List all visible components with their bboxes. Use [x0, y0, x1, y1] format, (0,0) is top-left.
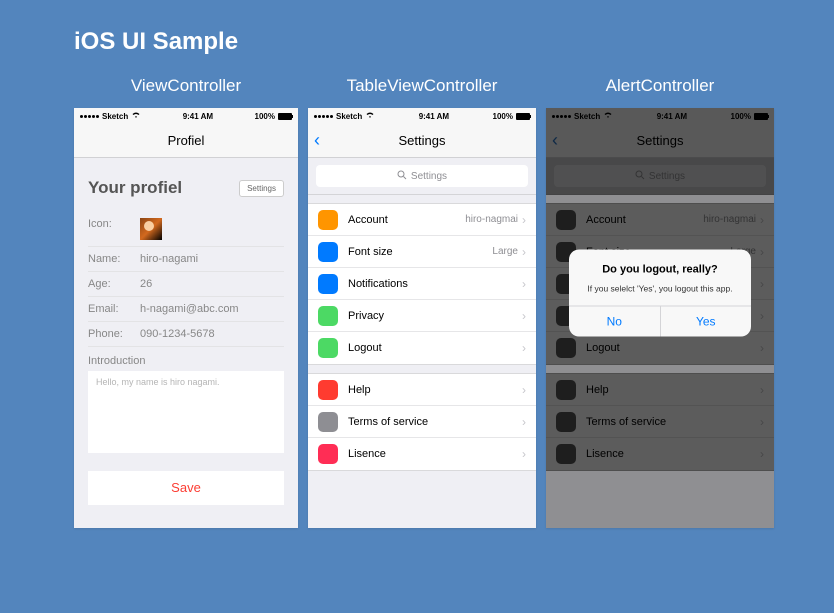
chevron-right-icon: ›	[522, 245, 526, 259]
settings-section-1: Accounthiro-nagmai›Font sizeLarge›Notifi…	[308, 203, 536, 365]
save-row[interactable]: Save	[88, 471, 284, 505]
table-row[interactable]: Logout›	[308, 332, 536, 364]
chevron-right-icon: ›	[522, 341, 526, 355]
nav-title: Settings	[399, 133, 446, 148]
field-icon: Icon:	[88, 212, 284, 247]
row-label: Terms of service	[348, 416, 522, 428]
search-icon	[397, 170, 407, 183]
chevron-right-icon: ›	[522, 447, 526, 461]
col-title-vc: ViewController	[131, 76, 241, 96]
row-icon	[318, 274, 338, 294]
status-bar: Sketch 9:41 AM 100%	[308, 108, 536, 124]
row-label: Notifications	[348, 278, 522, 290]
row-icon	[318, 444, 338, 464]
carrier-label: Sketch	[102, 112, 128, 121]
wifi-icon	[131, 111, 141, 121]
row-label: Lisence	[348, 448, 522, 460]
table-row[interactable]: Lisence›	[308, 438, 536, 470]
signal-dots-icon	[80, 115, 99, 118]
save-button[interactable]: Save	[171, 480, 201, 495]
table-row[interactable]: Help›	[308, 374, 536, 406]
search-input[interactable]: Settings	[316, 165, 528, 187]
field-name: Name: hiro-nagami	[88, 247, 284, 272]
nav-title: Profiel	[168, 133, 205, 148]
signal-dots-icon	[314, 115, 333, 118]
col-title-ac: AlertController	[606, 76, 715, 96]
col-viewcontroller: ViewController Sketch 9:41 AM 100% Profi…	[74, 76, 298, 528]
age-value: 26	[140, 278, 152, 290]
row-icon	[318, 306, 338, 326]
back-button[interactable]: ‹	[314, 130, 320, 151]
row-label: Help	[348, 384, 522, 396]
chevron-right-icon: ›	[522, 309, 526, 323]
age-label: Age:	[88, 278, 132, 290]
nav-bar: Profiel	[74, 124, 298, 158]
phone-tvc: Sketch 9:41 AM 100% ‹ Settings Sett	[308, 108, 536, 528]
icon-label: Icon:	[88, 218, 132, 240]
row-detail: hiro-nagmai	[465, 214, 518, 225]
phone-ac: Sketch 9:41 AM 100% ‹ Settings Settings	[546, 108, 774, 528]
field-phone: Phone: 090-1234-5678	[88, 322, 284, 347]
col-title-tvc: TableViewController	[347, 76, 498, 96]
status-bar: Sketch 9:41 AM 100%	[74, 108, 298, 124]
row-icon	[318, 210, 338, 230]
name-label: Name:	[88, 253, 132, 265]
alert-no-button[interactable]: No	[569, 306, 661, 336]
settings-section-2: Help›Terms of service›Lisence›	[308, 373, 536, 471]
intro-textarea[interactable]: Hello, my name is hiro nagami.	[88, 371, 284, 453]
battery-icon	[278, 113, 292, 120]
status-time: 9:41 AM	[183, 112, 213, 121]
email-label: Email:	[88, 303, 132, 315]
phone-value: 090-1234-5678	[140, 328, 215, 340]
row-icon	[318, 380, 338, 400]
phone-label: Phone:	[88, 328, 132, 340]
wifi-icon	[365, 111, 375, 121]
status-time: 9:41 AM	[419, 112, 449, 121]
table-row[interactable]: Terms of service›	[308, 406, 536, 438]
alert-message: If you selelct 'Yes', you logout this ap…	[581, 283, 739, 293]
row-label: Account	[348, 214, 465, 226]
table-row[interactable]: Font sizeLarge ›	[308, 236, 536, 268]
row-detail: Large	[492, 246, 518, 257]
search-placeholder: Settings	[411, 171, 447, 182]
carrier-label: Sketch	[336, 112, 362, 121]
avatar[interactable]	[140, 218, 162, 240]
chevron-right-icon: ›	[522, 383, 526, 397]
col-alertcontroller: AlertController Sketch 9:41 AM 100% ‹ Se…	[546, 76, 774, 528]
alert-dialog: Do you logout, really? If you selelct 'Y…	[569, 249, 751, 336]
profile-body: Your profiel Settings Icon: Name: hiro-n…	[74, 158, 298, 505]
row-label: Font size	[348, 246, 492, 258]
alert-yes-button[interactable]: Yes	[661, 306, 752, 336]
row-icon	[318, 242, 338, 262]
row-label: Logout	[348, 342, 522, 354]
settings-button[interactable]: Settings	[239, 180, 284, 197]
search-wrap: Settings	[308, 158, 536, 195]
table-row[interactable]: Notifications›	[308, 268, 536, 300]
email-value: h-nagami@abc.com	[140, 303, 239, 315]
phone-vc: Sketch 9:41 AM 100% Profiel Your profiel…	[74, 108, 298, 528]
row-label: Privacy	[348, 310, 522, 322]
row-icon	[318, 412, 338, 432]
battery-pct: 100%	[255, 112, 275, 121]
chevron-right-icon: ›	[522, 415, 526, 429]
field-email: Email: h-nagami@abc.com	[88, 297, 284, 322]
alert-title: Do you logout, really?	[581, 263, 739, 275]
row-icon	[318, 338, 338, 358]
table-row[interactable]: Privacy›	[308, 300, 536, 332]
columns-container: ViewController Sketch 9:41 AM 100% Profi…	[0, 76, 834, 528]
chevron-right-icon: ›	[522, 213, 526, 227]
profile-heading: Your profiel	[88, 178, 182, 198]
battery-icon	[516, 113, 530, 120]
chevron-right-icon: ›	[522, 277, 526, 291]
name-value: hiro-nagami	[140, 253, 198, 265]
intro-label: Introduction	[88, 355, 284, 367]
page-title: iOS UI Sample	[74, 28, 834, 56]
table-row[interactable]: Accounthiro-nagmai ›	[308, 204, 536, 236]
field-age: Age: 26	[88, 272, 284, 297]
col-tableviewcontroller: TableViewController Sketch 9:41 AM 100% …	[308, 76, 536, 528]
battery-pct: 100%	[493, 112, 513, 121]
nav-bar: ‹ Settings	[308, 124, 536, 158]
